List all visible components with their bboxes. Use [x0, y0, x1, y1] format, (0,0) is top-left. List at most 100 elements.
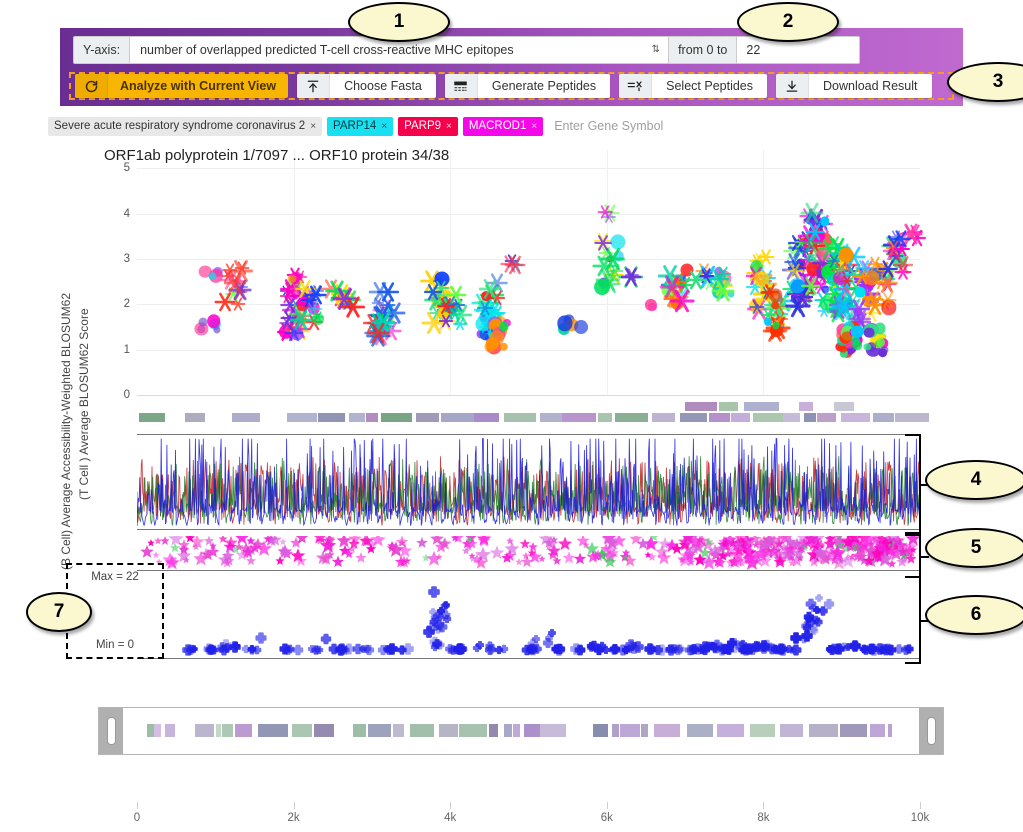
overview-domain-block[interactable]: [640, 724, 648, 737]
cross-marker[interactable]: [251, 645, 262, 656]
cross-marker[interactable]: [626, 641, 637, 652]
scatter-marker-asterisk[interactable]: [290, 309, 313, 331]
cross-marker[interactable]: [255, 632, 268, 645]
cross-marker[interactable]: [431, 638, 443, 650]
star-marker[interactable]: [732, 539, 744, 551]
epitope-star-track[interactable]: [137, 536, 920, 571]
scatter-marker-asterisk[interactable]: [592, 255, 616, 278]
protein-domain-track[interactable]: [137, 402, 929, 426]
star-marker[interactable]: [670, 542, 684, 556]
cross-marker[interactable]: [396, 644, 407, 655]
domain-block[interactable]: [317, 413, 345, 422]
domain-block[interactable]: [287, 413, 317, 422]
close-icon[interactable]: ×: [381, 121, 387, 132]
overview-domain-block[interactable]: [654, 724, 680, 737]
domain-block[interactable]: [708, 413, 731, 422]
scatter-marker-asterisk[interactable]: [476, 300, 493, 316]
scatter-marker-asterisk[interactable]: [602, 210, 616, 224]
cross-marker[interactable]: [456, 642, 469, 655]
scatter-marker-asterisk[interactable]: [878, 259, 899, 278]
overview-domain-block[interactable]: [222, 724, 233, 737]
slider-handle-right[interactable]: [919, 708, 943, 754]
star-marker[interactable]: [621, 548, 631, 558]
domain-block[interactable]: [782, 413, 801, 422]
generate-peptides-button[interactable]: Generate Peptides: [444, 74, 611, 98]
domain-block[interactable]: [730, 413, 750, 422]
domain-block[interactable]: [840, 413, 870, 422]
tag-macrod1[interactable]: MACROD1 ×: [462, 116, 544, 136]
overview-domain-block[interactable]: [164, 724, 176, 737]
cross-marker[interactable]: [426, 621, 439, 634]
star-marker[interactable]: [848, 552, 857, 561]
star-marker[interactable]: [192, 543, 201, 552]
star-marker[interactable]: [451, 536, 461, 543]
domain-block[interactable]: [685, 402, 718, 411]
star-marker[interactable]: [489, 545, 506, 562]
overview-domain-block[interactable]: [313, 724, 335, 737]
cross-marker[interactable]: [553, 643, 566, 656]
star-marker[interactable]: [862, 555, 876, 569]
domain-block[interactable]: [833, 402, 854, 411]
star-marker[interactable]: [765, 536, 777, 545]
star-marker[interactable]: [262, 536, 273, 544]
scatter-marker-asterisk[interactable]: [685, 269, 707, 290]
star-marker[interactable]: [139, 544, 155, 560]
epitope-cross-track[interactable]: [137, 576, 920, 659]
cross-marker[interactable]: [808, 603, 817, 612]
overview-domain-block[interactable]: [154, 724, 162, 737]
scatter-marker-asterisk[interactable]: [478, 278, 501, 300]
domain-block[interactable]: [799, 402, 813, 411]
cross-marker[interactable]: [879, 643, 891, 655]
cross-marker[interactable]: [428, 585, 442, 599]
cross-marker[interactable]: [775, 642, 788, 655]
cross-marker[interactable]: [548, 628, 557, 637]
star-marker[interactable]: [514, 558, 523, 567]
scatter-marker-dot[interactable]: [850, 325, 864, 339]
scatter-marker-dot[interactable]: [852, 340, 862, 350]
analyze-with-current-view-button[interactable]: Analyze with Current View: [75, 74, 289, 98]
star-marker[interactable]: [469, 554, 478, 563]
scatter-marker-asterisk[interactable]: [336, 291, 353, 307]
overview-domain-block[interactable]: [235, 724, 253, 737]
cross-marker[interactable]: [472, 643, 482, 653]
star-marker[interactable]: [389, 541, 398, 550]
tag-organism[interactable]: Severe acute respiratory syndrome corona…: [48, 116, 323, 136]
choose-fasta-button[interactable]: Choose Fasta: [297, 74, 436, 98]
scatter-marker-asterisk[interactable]: [757, 248, 775, 265]
domain-block[interactable]: [365, 413, 379, 422]
domain-block[interactable]: [562, 413, 596, 422]
cross-marker[interactable]: [435, 612, 444, 621]
download-result-button[interactable]: Download Result: [776, 74, 932, 98]
cross-marker[interactable]: [751, 640, 761, 650]
domain-block[interactable]: [440, 413, 474, 422]
domain-block[interactable]: [718, 402, 739, 411]
overview-domain-block[interactable]: [612, 724, 619, 737]
scatter-marker-dot[interactable]: [771, 301, 779, 309]
overview-domain-block[interactable]: [292, 724, 313, 737]
domain-block[interactable]: [416, 413, 439, 422]
overview-domain-block[interactable]: [717, 724, 744, 737]
domain-block[interactable]: [474, 413, 499, 422]
scatter-marker-asterisk[interactable]: [223, 272, 247, 294]
scatter-marker-asterisk[interactable]: [366, 322, 390, 345]
cross-marker[interactable]: [664, 644, 675, 654]
star-marker[interactable]: [218, 536, 228, 544]
star-marker[interactable]: [435, 552, 444, 562]
overview-domain-block[interactable]: [410, 724, 435, 737]
star-marker[interactable]: [275, 555, 286, 566]
star-marker[interactable]: [551, 555, 562, 566]
close-icon[interactable]: ×: [446, 121, 452, 132]
star-marker[interactable]: [416, 536, 429, 549]
cross-marker[interactable]: [814, 593, 823, 602]
scatter-marker-asterisk[interactable]: [376, 281, 399, 303]
overview-domain-block[interactable]: [749, 724, 775, 737]
star-marker[interactable]: [831, 536, 845, 544]
star-marker[interactable]: [179, 544, 188, 553]
star-marker[interactable]: [803, 536, 819, 548]
signal-line-panel[interactable]: [137, 434, 920, 530]
scatter-marker-asterisk[interactable]: [624, 268, 640, 283]
domain-block[interactable]: [752, 413, 783, 422]
cross-marker[interactable]: [532, 634, 542, 644]
star-marker[interactable]: [324, 538, 337, 551]
overview-domain-block[interactable]: [619, 724, 640, 737]
